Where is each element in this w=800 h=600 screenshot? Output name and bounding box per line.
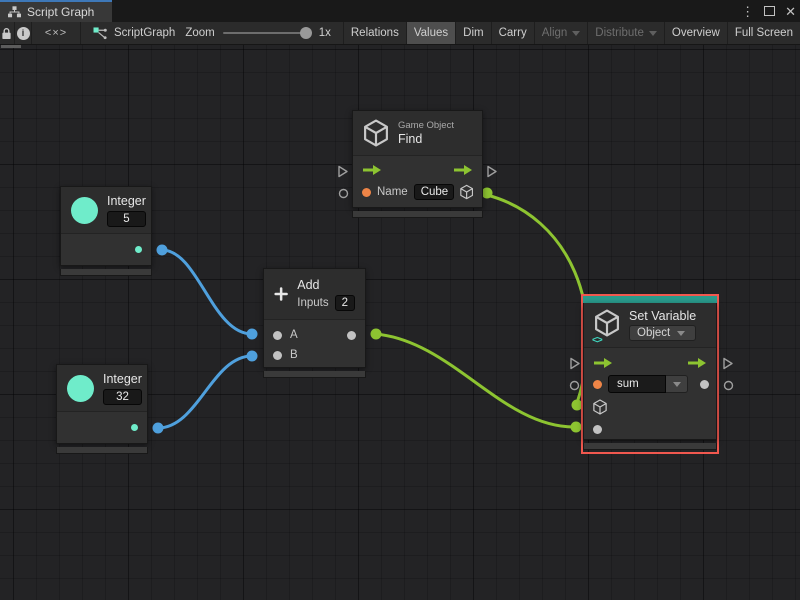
toolbar-button-relations[interactable]: Relations (342, 22, 406, 44)
caret-down-icon (648, 30, 657, 36)
flow-in-arrow-icon[interactable] (362, 164, 382, 176)
node-category: Game Object (398, 120, 454, 131)
object-input-port-icon[interactable] (593, 399, 607, 415)
node-gameobject-find[interactable]: Game Object Find Name Cube (352, 110, 483, 218)
node-title: Add (297, 277, 320, 292)
add-plus-icon (274, 287, 288, 301)
inputs-count-field[interactable]: 2 (334, 294, 355, 311)
node-title: Set Variable (629, 309, 697, 323)
zoom-slider[interactable] (222, 27, 312, 39)
gameobject-cube-icon (364, 119, 388, 147)
integer-type-icon (71, 196, 98, 224)
node-footer (352, 211, 483, 218)
scrollbar-thumb[interactable] (1, 45, 21, 48)
graph-canvas[interactable]: Integer 5 Integer 32 Add Inputs 2 A B Ga… (0, 45, 800, 600)
caret-down-icon (672, 381, 681, 387)
tab-title: Script Graph (27, 5, 95, 19)
integer-value-field[interactable]: 32 (103, 388, 142, 405)
gameobject-cube-icon (595, 308, 619, 337)
node-integer-5[interactable]: Integer 5 (60, 186, 152, 276)
variable-name-value[interactable]: sum (608, 375, 666, 393)
variable-name-dropdown-button[interactable] (666, 375, 688, 393)
input-port-a[interactable] (273, 330, 282, 340)
zoom-label: Zoom (185, 27, 215, 39)
caret-down-icon (572, 30, 581, 36)
variable-code-icon: <> (592, 334, 603, 346)
ext-value-in-port[interactable] (338, 188, 349, 199)
tab-script-graph[interactable]: Script Graph (0, 0, 112, 22)
node-set-variable[interactable]: <> Set Variable Object sum (583, 296, 717, 450)
graph-name-label: ScriptGraph (113, 27, 176, 39)
flow-out-arrow-icon[interactable] (687, 357, 707, 369)
ext-flow-out-port[interactable] (486, 165, 498, 178)
node-footer (263, 371, 366, 378)
toolbar-button-fullscreen[interactable]: Full Screen (726, 22, 800, 44)
wire-integer5-to-addA (160, 248, 254, 336)
graph-hierarchy-icon (8, 6, 21, 18)
info-icon: i (16, 26, 30, 40)
variable-scope-dropdown[interactable]: Object (629, 325, 697, 341)
toolbar-button-carry[interactable]: Carry (490, 22, 534, 44)
node-add[interactable]: Add Inputs 2 A B (263, 268, 366, 378)
toolbar-button-align[interactable]: Align (533, 22, 588, 44)
maximize-icon[interactable] (764, 6, 776, 16)
inspect-button[interactable]: i (15, 22, 33, 44)
ext-flow-in-port[interactable] (569, 357, 581, 370)
output-port[interactable] (131, 424, 138, 431)
name-param-label: Name (377, 186, 408, 198)
node-title: Find (398, 132, 423, 146)
output-port[interactable] (135, 246, 142, 253)
node-footer (583, 443, 717, 450)
window-menu-icon[interactable]: ⋮ (741, 5, 754, 18)
node-title: Integer (107, 193, 146, 208)
node-footer (56, 447, 148, 454)
value-input-port[interactable] (593, 424, 602, 434)
toolbar-button-overview[interactable]: Overview (663, 22, 727, 44)
integer-value-field[interactable]: 5 (107, 210, 146, 227)
output-port-sum[interactable] (347, 330, 356, 340)
toolbar-button-dim[interactable]: Dim (455, 22, 490, 44)
graph-breadcrumb[interactable]: ScriptGraph (81, 22, 185, 44)
port-label-b: B (290, 349, 298, 361)
code-preview-button[interactable]: <×> (32, 22, 81, 44)
zoom-value: 1x (318, 27, 331, 39)
name-value-field[interactable]: Cube (413, 184, 454, 200)
variable-name-combo[interactable]: sum (608, 375, 688, 393)
variable-name-port[interactable] (593, 379, 602, 389)
zoom-slider-handle[interactable] (299, 27, 312, 39)
ext-value-in-port[interactable] (569, 380, 580, 391)
integer-type-icon (67, 374, 94, 402)
code-icon: <×> (44, 27, 68, 39)
lock-icon (2, 27, 12, 39)
lock-button[interactable] (0, 22, 15, 44)
script-graph-window: Script Graph ⋮ ✕ i <×> ScriptGraph Zoom … (0, 0, 800, 600)
name-input-port[interactable] (362, 187, 371, 197)
node-footer (60, 269, 152, 276)
port-label-a: A (290, 329, 298, 341)
titlebar: Script Graph ⋮ ✕ (0, 0, 800, 22)
input-port-b[interactable] (273, 350, 282, 360)
inputs-label: Inputs (297, 296, 329, 309)
flow-out-arrow-icon[interactable] (453, 164, 473, 176)
gameobject-output-icon (459, 184, 473, 200)
graph-toolbar: i <×> ScriptGraph Zoom 1x Relations Valu… (0, 22, 800, 45)
flow-in-arrow-icon[interactable] (593, 357, 613, 369)
wire-integer32-to-addB (156, 354, 254, 430)
wire-find-to-setvar-object (485, 193, 590, 405)
wire-add-to-setvar-value (374, 332, 576, 429)
node-integer-32[interactable]: Integer 32 (56, 364, 148, 454)
script-graph-icon (93, 26, 107, 39)
close-icon[interactable]: ✕ (785, 5, 796, 18)
ext-flow-in-port[interactable] (337, 165, 349, 178)
ext-flow-out-port[interactable] (722, 357, 734, 370)
toolbar-button-distribute[interactable]: Distribute (587, 22, 664, 44)
node-title: Integer (103, 371, 142, 386)
variable-teal-strip (583, 296, 717, 303)
ext-value-out-port[interactable] (723, 380, 734, 391)
toolbar-button-values[interactable]: Values (405, 22, 456, 44)
caret-down-icon (677, 330, 686, 336)
variable-output-port[interactable] (700, 379, 709, 389)
